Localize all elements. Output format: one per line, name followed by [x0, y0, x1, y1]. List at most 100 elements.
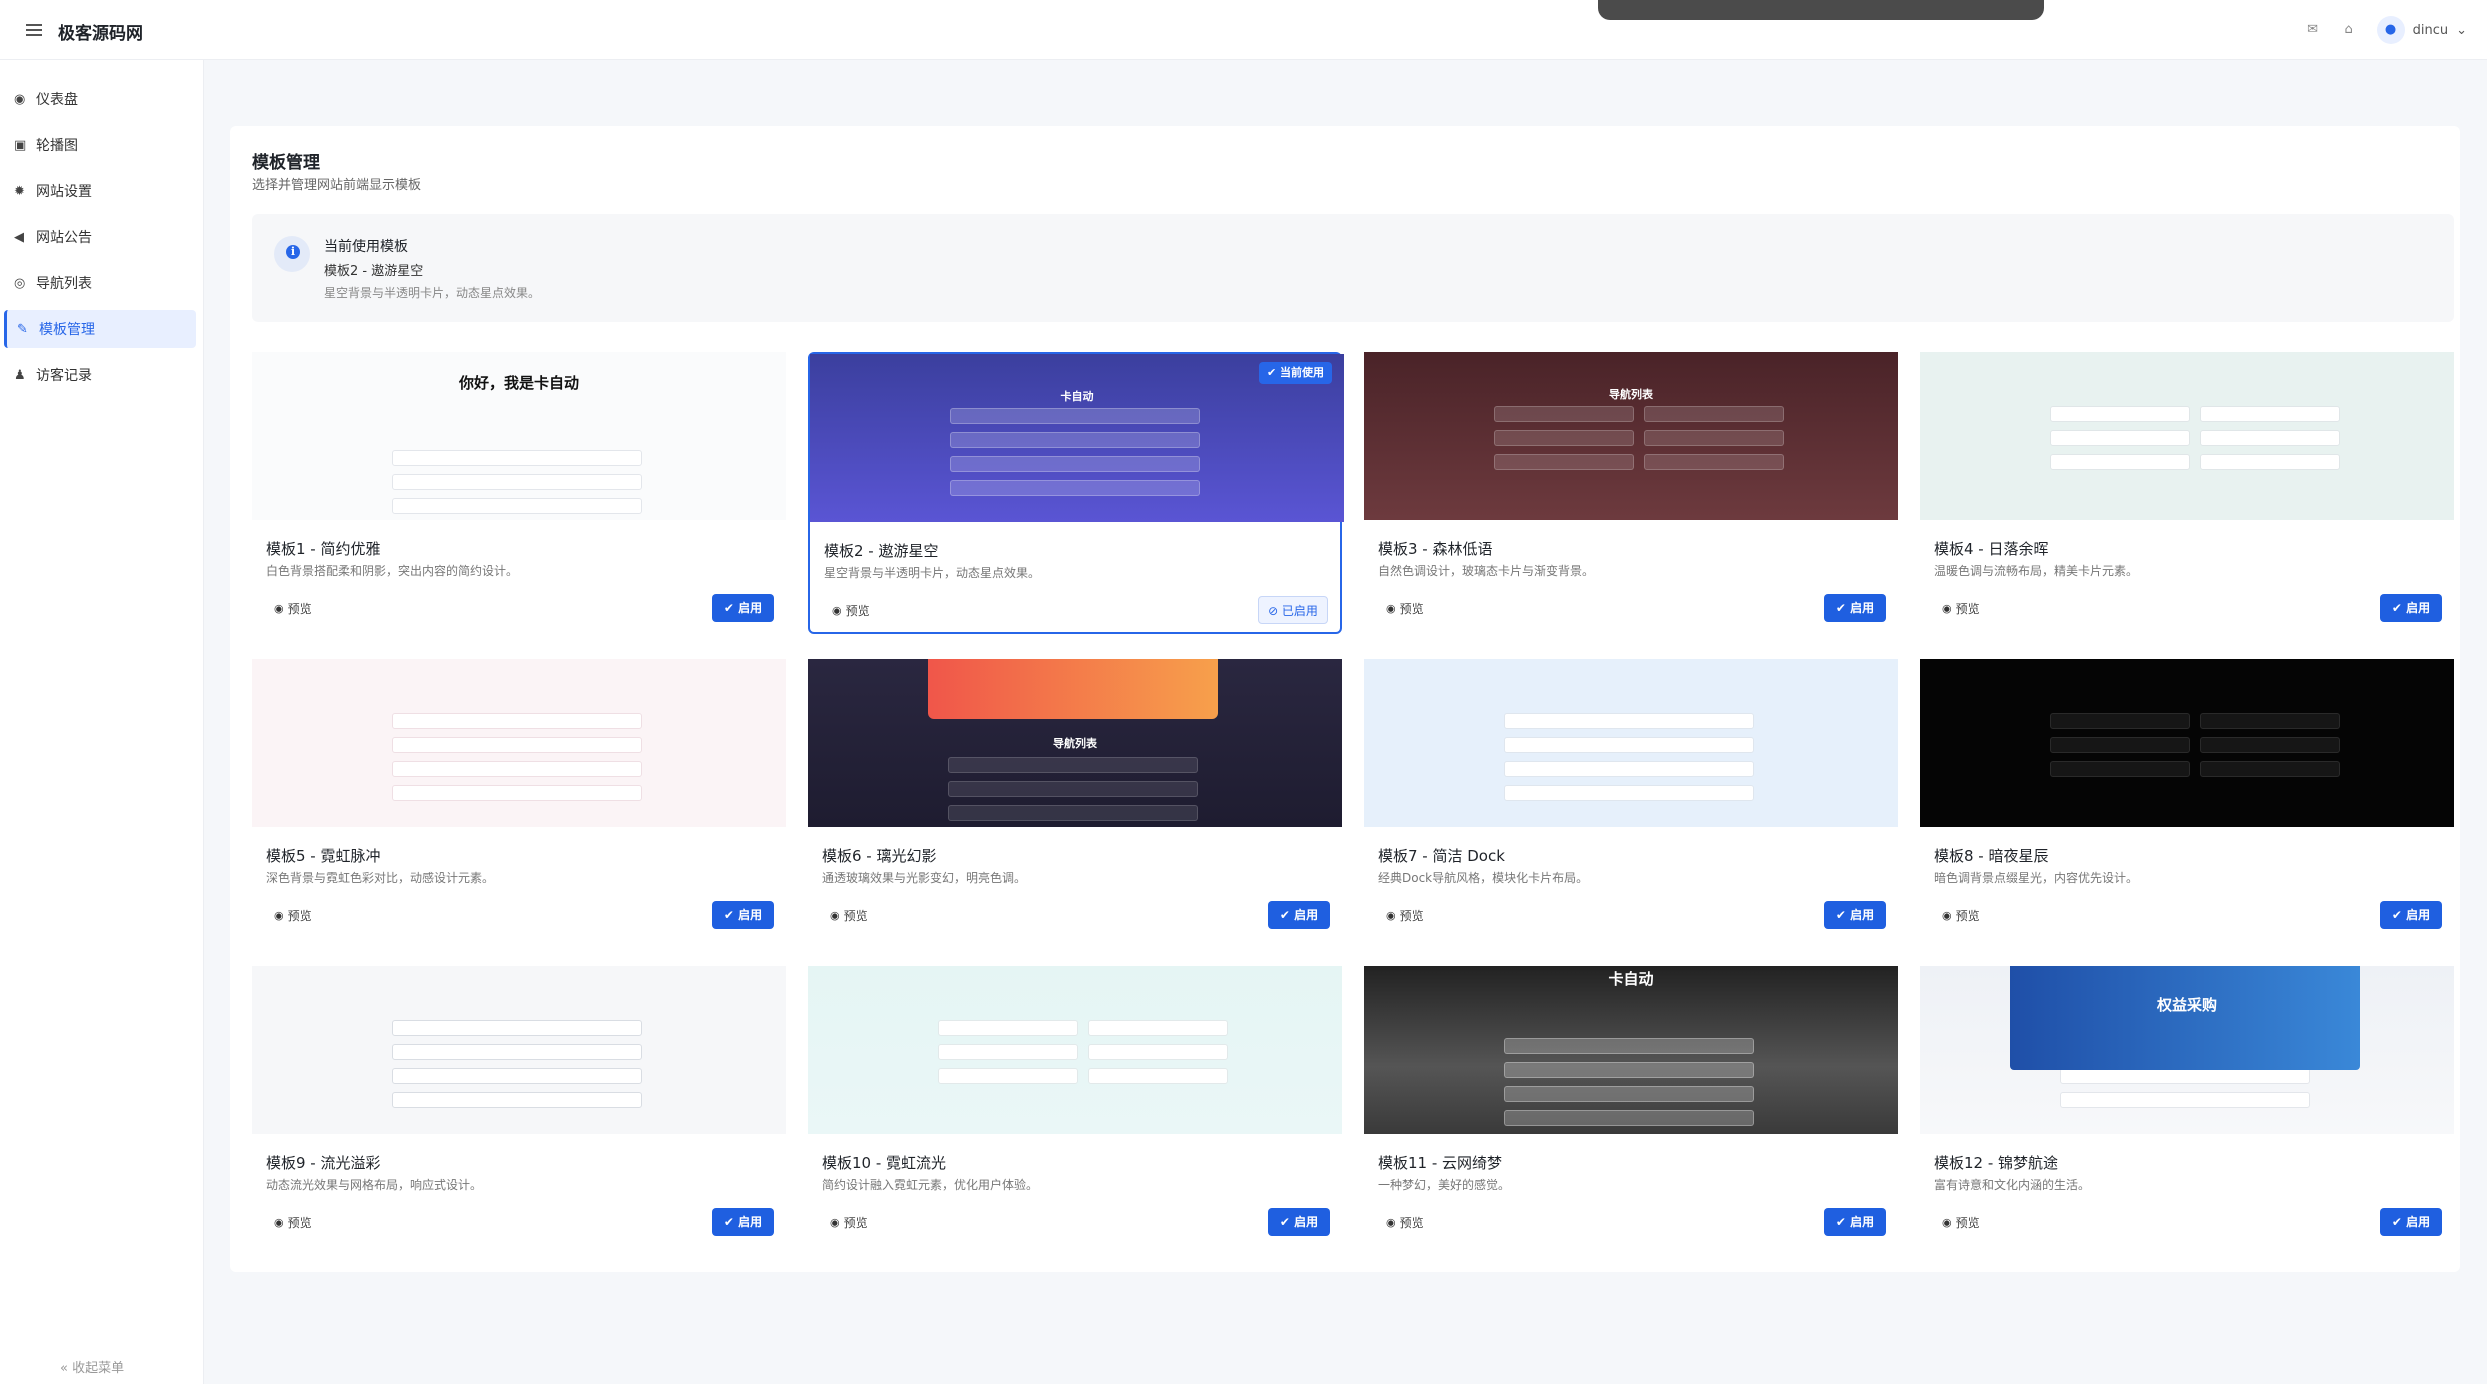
thumbnail-nav-row: [2060, 1068, 2310, 1084]
thumbnail-nav-row: [1504, 785, 1754, 801]
template-card: 模板9 - 流光溢彩 动态流光效果与网格布局，响应式设计。 ◉ 预览 ✔ 启用: [252, 966, 786, 1248]
preview-button[interactable]: ◉ 预览: [1942, 600, 1980, 617]
preview-button[interactable]: ◉ 预览: [830, 1214, 868, 1231]
preview-button[interactable]: ◉ 预览: [1942, 1214, 1980, 1231]
template-thumbnail[interactable]: [252, 659, 786, 827]
thumbnail-nav-row: [1504, 761, 1754, 777]
collapse-menu-button[interactable]: « 收起菜单: [60, 1357, 124, 1376]
page-title: 模板管理: [252, 153, 320, 173]
template-card: 模板10 - 霓虹流光 简约设计融入霓虹元素，优化用户体验。 ◉ 预览 ✔ 启用: [808, 966, 1342, 1248]
preview-label: 预览: [1399, 1216, 1424, 1230]
gear-icon: ✹: [14, 183, 25, 199]
template-thumbnail[interactable]: [252, 966, 786, 1134]
template-thumbnail[interactable]: 权益采购: [1920, 966, 2454, 1134]
template-desc: 星空背景与半透明卡片，动态星点效果。: [824, 566, 1041, 580]
enable-button[interactable]: ✔ 启用: [712, 901, 774, 929]
sidebar-item-5[interactable]: ✎ 模板管理: [4, 310, 196, 348]
sidebar-item-3[interactable]: ◀ 网站公告: [4, 218, 196, 256]
enable-button[interactable]: ✔ 启用: [1268, 1208, 1330, 1236]
template-title: 模板7 - 简洁 Dock: [1378, 847, 1505, 865]
enable-button[interactable]: ✔ 启用: [712, 594, 774, 622]
template-card: 权益采购 模板12 - 锦梦航途 富有诗意和文化内涵的生活。 ◉ 预览 ✔ 启用: [1920, 966, 2454, 1248]
user-menu[interactable]: ● dincu ⌄: [2376, 16, 2467, 44]
preview-button[interactable]: ◉ 预览: [274, 1214, 312, 1231]
template-title: 模板6 - 璃光幻影: [822, 847, 937, 865]
enable-button[interactable]: ✔ 启用: [1268, 901, 1330, 929]
sidebar-item-2[interactable]: ✹ 网站设置: [4, 172, 196, 210]
preview-button[interactable]: ◉ 预览: [274, 907, 312, 924]
eye-icon: ◉: [1386, 602, 1396, 615]
preview-button[interactable]: ◉ 预览: [832, 602, 870, 619]
thumbnail-nav-row: [1494, 406, 1634, 422]
current-template-name: 模板2 - 遨游星空: [324, 264, 424, 279]
eye-icon: ◉: [274, 909, 284, 922]
thumbnail-nav-row: [948, 781, 1198, 797]
thumbnail-nav-row: [1504, 1110, 1754, 1126]
thumbnail-nav-row: [392, 450, 642, 466]
sidebar-item-6[interactable]: ♟ 访客记录: [4, 356, 196, 394]
enable-button[interactable]: ✔ 启用: [712, 1208, 774, 1236]
eye-icon: ◉: [830, 909, 840, 922]
sidebar-item-4[interactable]: ◎ 导航列表: [4, 264, 196, 302]
thumbnail-nav-row: [2050, 430, 2190, 446]
template-thumbnail[interactable]: 导航列表: [1364, 352, 1898, 520]
template-thumbnail[interactable]: 卡自动: [1364, 966, 1898, 1134]
template-card: 卡自动 ✔ 当前使用 模板2 - 遨游星空 星空背景与半透明卡片，动态星点效果。 ◉ 预览…: [808, 352, 1344, 634]
thumbnail-heading: 权益采购: [2156, 996, 2217, 1014]
thumbnail-nav-row: [938, 1044, 1078, 1060]
enable-button[interactable]: ✔ 启用: [2380, 901, 2442, 929]
chevron-down-icon: ⌄: [2456, 22, 2467, 38]
template-thumbnail[interactable]: [1920, 352, 2454, 520]
template-card: 模板8 - 暗夜星辰 暗色调背景点缀星光，内容优先设计。 ◉ 预览 ✔ 启用: [1920, 659, 2454, 941]
eye-icon: ◉: [1386, 1216, 1396, 1229]
sidebar-item-label: 模板管理: [39, 322, 95, 338]
thumbnail-nav-row: [950, 432, 1200, 448]
enable-button[interactable]: ✔ 启用: [1824, 1208, 1886, 1236]
eye-icon: ◉: [1386, 909, 1396, 922]
image-icon: ▣: [14, 137, 27, 153]
page-subtitle: 选择并管理网站前端显示模板: [252, 178, 422, 193]
thumbnail-nav-row: [950, 480, 1200, 496]
preview-button[interactable]: ◉ 预览: [830, 907, 868, 924]
preview-button[interactable]: ◉ 预览: [1942, 907, 1980, 924]
thumbnail-nav-row: [2200, 713, 2340, 729]
home-icon[interactable]: ⌂: [2341, 22, 2357, 38]
thumbnail-nav-row: [2050, 406, 2190, 422]
eye-icon: ◉: [832, 604, 842, 617]
template-thumbnail[interactable]: [1920, 659, 2454, 827]
enable-button[interactable]: ✔ 启用: [1824, 594, 1886, 622]
template-card: 导航列表 模板6 - 璃光幻影 通透玻璃效果与光影变幻，明亮色调。 ◉ 预览 ✔ 启用: [808, 659, 1342, 941]
thumbnail-nav-row: [1504, 713, 1754, 729]
menu-toggle-icon[interactable]: [26, 24, 42, 36]
thumbnail-nav-row: [1494, 454, 1634, 470]
template-thumbnail[interactable]: 你好，我是卡自动: [252, 352, 786, 520]
template-card: 卡自动 模板11 - 云网绮梦 一种梦幻，美好的感觉。 ◉ 预览 ✔ 启用: [1364, 966, 1898, 1248]
template-desc: 白色背景搭配柔和阴影，突出内容的简约设计。: [266, 564, 519, 578]
template-thumbnail[interactable]: [1364, 659, 1898, 827]
preview-button[interactable]: ◉ 预览: [1386, 1214, 1424, 1231]
preview-label: 预览: [1955, 909, 1980, 923]
preview-button[interactable]: ◉ 预览: [274, 600, 312, 617]
template-desc: 经典Dock导航风格，模块化卡片布局。: [1378, 871, 1589, 885]
preview-button[interactable]: ◉ 预览: [1386, 600, 1424, 617]
thumbnail-nav-row: [2050, 713, 2190, 729]
message-icon[interactable]: ✉: [2305, 22, 2321, 38]
sidebar-item-label: 网站公告: [36, 230, 92, 246]
sidebar-item-1[interactable]: ▣ 轮播图: [4, 126, 196, 164]
sidebar-item-0[interactable]: ◉ 仪表盘: [4, 80, 196, 118]
enable-button[interactable]: ✔ 启用: [1824, 901, 1886, 929]
template-thumbnail[interactable]: [808, 966, 1342, 1134]
template-card: 模板5 - 霓虹脉冲 深色背景与霓虹色彩对比，动感设计元素。 ◉ 预览 ✔ 启用: [252, 659, 786, 941]
sidebar-item-label: 导航列表: [36, 276, 92, 292]
thumbnail-nav-row: [1088, 1044, 1228, 1060]
enable-button[interactable]: ✔ 启用: [2380, 1208, 2442, 1236]
enabled-button[interactable]: ⊘ 已启用: [1258, 596, 1328, 624]
preview-label: 预览: [287, 909, 312, 923]
thumbnail-nav-row: [392, 1020, 642, 1036]
preview-button[interactable]: ◉ 预览: [1386, 907, 1424, 924]
thumbnail-nav-row: [392, 761, 642, 777]
thumbnail-heading: 你好，我是卡自动: [458, 374, 579, 392]
enable-button[interactable]: ✔ 启用: [2380, 594, 2442, 622]
thumbnail-heading: 卡自动: [1060, 390, 1094, 403]
template-thumbnail[interactable]: 导航列表: [808, 659, 1342, 827]
